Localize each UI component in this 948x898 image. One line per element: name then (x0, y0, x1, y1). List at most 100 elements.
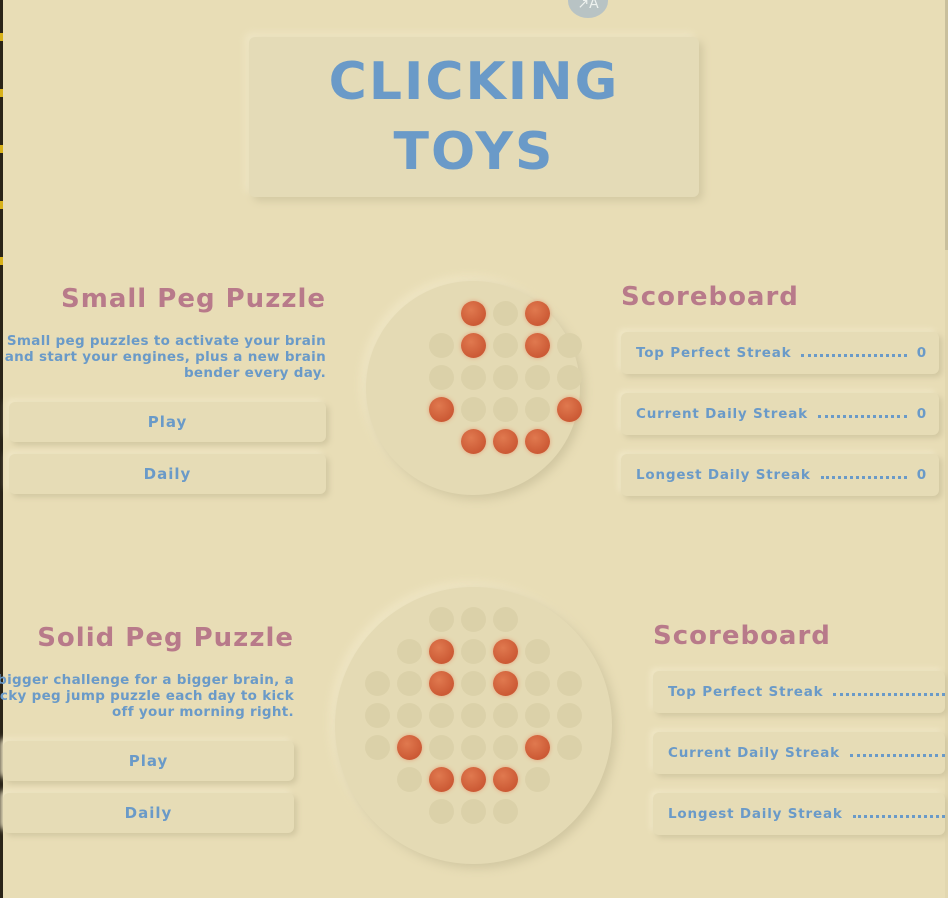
scoreboard-title-small-peg: Scoreboard (621, 282, 799, 312)
game-description-solid-peg: A bigger challenge for a bigger brain, a… (0, 672, 294, 720)
peg[interactable] (525, 301, 550, 326)
play-button-small-peg[interactable]: Play (9, 402, 326, 442)
description-line: A bigger challenge for a bigger brain, a (0, 672, 294, 688)
edge-marker (0, 257, 3, 265)
peg-hole[interactable] (365, 735, 390, 760)
peg[interactable] (461, 429, 486, 454)
peg[interactable] (493, 671, 518, 696)
peg[interactable] (557, 397, 582, 422)
description-line: tricky peg jump puzzle each day to kick (0, 688, 294, 704)
dotted-leader (820, 475, 907, 479)
scoreboard-value: 0 (916, 406, 927, 422)
small-peg-board (366, 281, 582, 495)
peg[interactable] (429, 397, 454, 422)
peg-hole[interactable] (557, 671, 582, 696)
dotted-leader (849, 753, 945, 757)
peg-hole[interactable] (461, 703, 486, 728)
peg[interactable] (493, 767, 518, 792)
peg[interactable] (397, 735, 422, 760)
peg[interactable] (461, 333, 486, 358)
peg-hole[interactable] (493, 365, 518, 390)
scoreboard-value: 0 (916, 345, 927, 361)
dotted-leader (852, 814, 945, 818)
peg[interactable] (525, 333, 550, 358)
peg[interactable] (429, 671, 454, 696)
edge-marker (0, 33, 3, 41)
peg-hole[interactable] (493, 799, 518, 824)
peg-hole[interactable] (557, 735, 582, 760)
scoreboard-label: Longest Daily Streak (668, 806, 843, 822)
peg-hole[interactable] (397, 639, 422, 664)
peg-hole[interactable] (397, 671, 422, 696)
game-title-solid-peg: Solid Peg Puzzle (37, 623, 294, 653)
peg[interactable] (493, 639, 518, 664)
title-card: CLICKING TOYS (249, 37, 699, 197)
peg-hole[interactable] (493, 333, 518, 358)
peg-hole[interactable] (525, 365, 550, 390)
peg-hole[interactable] (429, 703, 454, 728)
peg-hole[interactable] (493, 607, 518, 632)
peg-hole[interactable] (429, 333, 454, 358)
edge-marker (0, 201, 3, 209)
daily-button-solid-peg[interactable]: Daily (3, 793, 294, 833)
peg-hole[interactable] (461, 799, 486, 824)
peg[interactable] (429, 639, 454, 664)
peg[interactable] (461, 301, 486, 326)
peg-hole[interactable] (493, 301, 518, 326)
dotted-leader (833, 692, 945, 696)
scoreboard-label: Current Daily Streak (636, 406, 808, 422)
peg-hole[interactable] (493, 735, 518, 760)
peg[interactable] (525, 429, 550, 454)
peg-hole[interactable] (429, 365, 454, 390)
peg-hole[interactable] (525, 639, 550, 664)
peg-hole[interactable] (557, 333, 582, 358)
daily-button-small-peg[interactable]: Daily (9, 454, 326, 494)
peg-hole[interactable] (525, 671, 550, 696)
translate-glyph: ↗A (577, 0, 599, 12)
peg-hole[interactable] (429, 799, 454, 824)
peg-hole[interactable] (365, 671, 390, 696)
solid-peg-board (335, 587, 612, 864)
translate-icon[interactable]: ↗A (568, 0, 608, 18)
scoreboard-row-current-daily: Current Daily Streak 0 (621, 393, 939, 435)
peg-hole[interactable] (461, 365, 486, 390)
peg-hole[interactable] (493, 397, 518, 422)
scoreboard-label: Longest Daily Streak (636, 467, 811, 483)
peg-hole[interactable] (461, 639, 486, 664)
scoreboard-row-top-perfect: Top Perfect Streak 0 (621, 332, 939, 374)
dotted-leader (801, 353, 907, 357)
peg-hole[interactable] (461, 397, 486, 422)
peg-hole[interactable] (557, 365, 582, 390)
peg-hole[interactable] (397, 767, 422, 792)
description-line: Small peg puzzles to activate your brain (6, 333, 326, 349)
description-line: off your morning right. (111, 704, 294, 720)
page-title-line-2: TOYS (393, 122, 555, 182)
peg-hole[interactable] (461, 607, 486, 632)
peg-hole[interactable] (525, 703, 550, 728)
peg-hole[interactable] (557, 703, 582, 728)
peg-hole[interactable] (525, 397, 550, 422)
scoreboard-label: Top Perfect Streak (636, 345, 792, 361)
peg-hole[interactable] (397, 703, 422, 728)
peg-hole[interactable] (461, 671, 486, 696)
play-button-solid-peg[interactable]: Play (3, 741, 294, 781)
peg-hole[interactable] (365, 703, 390, 728)
peg[interactable] (493, 429, 518, 454)
peg-hole[interactable] (493, 703, 518, 728)
peg[interactable] (525, 735, 550, 760)
scoreboard-row-longest-daily: Longest Daily Streak 0 (621, 454, 939, 496)
peg-hole[interactable] (461, 735, 486, 760)
edge-marker (0, 89, 3, 97)
scoreboard-title-solid-peg: Scoreboard (653, 621, 831, 651)
peg[interactable] (429, 767, 454, 792)
peg-hole[interactable] (429, 735, 454, 760)
peg-hole[interactable] (429, 607, 454, 632)
scoreboard-label: Current Daily Streak (668, 745, 840, 761)
scoreboard-label: Top Perfect Streak (668, 684, 824, 700)
peg-hole[interactable] (525, 767, 550, 792)
scoreboard-row-current-daily: Current Daily Streak (653, 732, 945, 774)
dotted-leader (817, 414, 907, 418)
peg[interactable] (461, 767, 486, 792)
scoreboard-row-longest-daily: Longest Daily Streak (653, 793, 945, 835)
description-line: bender every day. (183, 365, 326, 381)
